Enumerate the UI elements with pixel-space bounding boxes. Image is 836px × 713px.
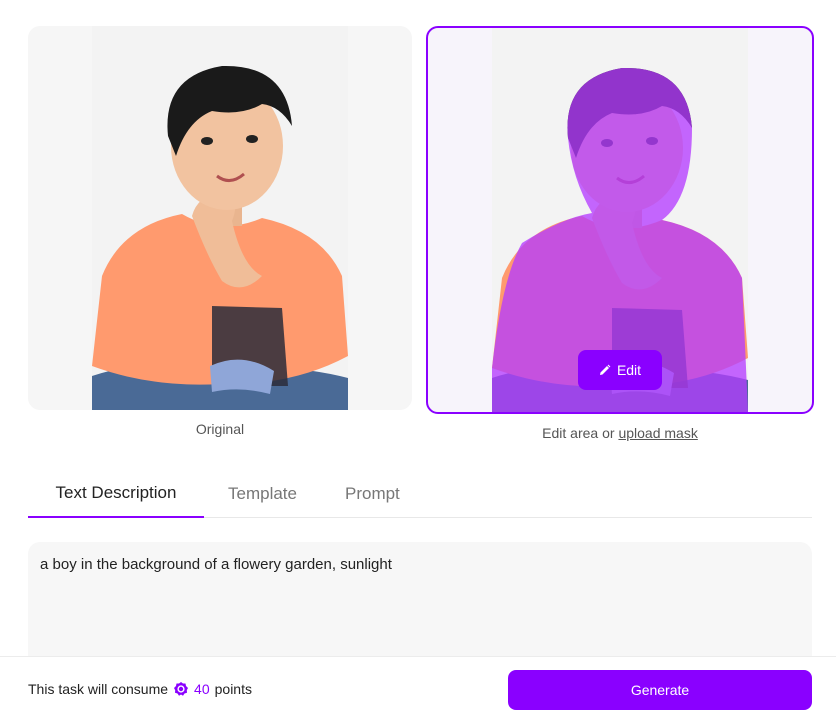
edit-button[interactable]: Edit (578, 350, 662, 390)
page: Edit Original Edit area or upload mask T… (0, 0, 836, 713)
original-caption: Original (195, 421, 245, 437)
tab-prompt[interactable]: Prompt (321, 470, 424, 518)
footer-bar: This task will consume 40 points Generat… (0, 656, 836, 713)
tab-text-description[interactable]: Text Description (28, 470, 204, 518)
tab-template[interactable]: Template (204, 470, 321, 518)
upload-mask-link[interactable]: upload mask (618, 425, 697, 441)
generate-button[interactable]: Generate (508, 670, 812, 710)
edit-area-panel[interactable]: Edit (426, 26, 814, 414)
original-photo (92, 26, 348, 410)
points-value: 40 (194, 681, 210, 697)
points-consumption-info: This task will consume 40 points (28, 681, 252, 697)
edit-area-caption: Edit area or upload mask (426, 425, 814, 441)
pencil-icon (599, 364, 611, 375)
boy-photo-illustration (92, 26, 348, 410)
points-coin-icon (174, 682, 189, 696)
edit-area-caption-text: Edit area or (542, 425, 615, 441)
original-image-panel (28, 26, 412, 410)
edit-button-label: Edit (616, 362, 642, 378)
consume-suffix: points (214, 681, 252, 697)
consume-prefix: This task will consume (28, 681, 169, 697)
description-tabs: Text Description Template Prompt (28, 470, 812, 518)
